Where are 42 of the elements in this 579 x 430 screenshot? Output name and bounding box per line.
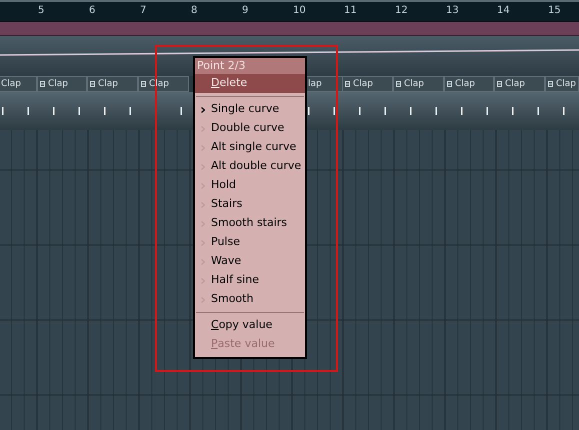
clip-icon — [447, 81, 452, 87]
bar-number: 5 — [37, 4, 46, 18]
bar-number: 13 — [445, 4, 460, 18]
menu-item[interactable]: Wave — [195, 252, 305, 271]
clip[interactable]: Clap — [87, 76, 138, 92]
menu-item[interactable]: Hold — [195, 176, 305, 195]
bar-number: 10 — [292, 4, 307, 18]
clip[interactable]: Clap — [37, 76, 87, 92]
menu-item[interactable]: Half sine — [195, 271, 305, 290]
clip[interactable]: Clap — [444, 76, 494, 92]
bar-number: 11 — [343, 4, 358, 18]
clip-icon — [548, 81, 553, 87]
bar-number: 15 — [547, 4, 562, 18]
clip-icon — [497, 81, 502, 87]
clip[interactable]: Clap — [393, 76, 444, 92]
bar-number: 6 — [88, 4, 96, 18]
clip[interactable]: Clap — [342, 76, 393, 92]
timeline-ruler[interactable]: 5 6 7 8 9 10 11 12 13 14 15 — [0, 0, 579, 22]
menu-item[interactable]: Double curve — [195, 119, 305, 138]
clip-icon — [345, 81, 350, 87]
clip[interactable]: Clap — [545, 76, 579, 92]
clip[interactable]: Clap — [494, 76, 545, 92]
bar-number: 7 — [139, 4, 148, 18]
clip[interactable]: Clap — [0, 76, 37, 92]
clip-icon — [40, 81, 45, 87]
clip-icon — [90, 81, 95, 87]
menu-item[interactable]: Single curve — [195, 100, 305, 119]
menu-item[interactable]: Copy value — [195, 316, 305, 335]
menu-item[interactable]: Alt double curve — [195, 157, 305, 176]
menu-item[interactable]: Delete — [195, 74, 305, 93]
menu-item[interactable]: Stairs — [195, 195, 305, 214]
bar-number: 12 — [394, 4, 409, 18]
bar-number: 9 — [241, 4, 250, 18]
menu-title: Point 2/3 — [195, 58, 305, 74]
menu-item[interactable]: Alt single curve — [195, 138, 305, 157]
menu-item[interactable]: Smooth stairs — [195, 214, 305, 233]
menu-item[interactable]: Pulse — [195, 233, 305, 252]
bar-number: 8 — [190, 4, 198, 18]
bar-number: 14 — [496, 4, 511, 18]
clip-icon — [141, 81, 146, 87]
clip-icon — [396, 81, 401, 87]
menu-item[interactable]: Smooth — [195, 290, 305, 309]
